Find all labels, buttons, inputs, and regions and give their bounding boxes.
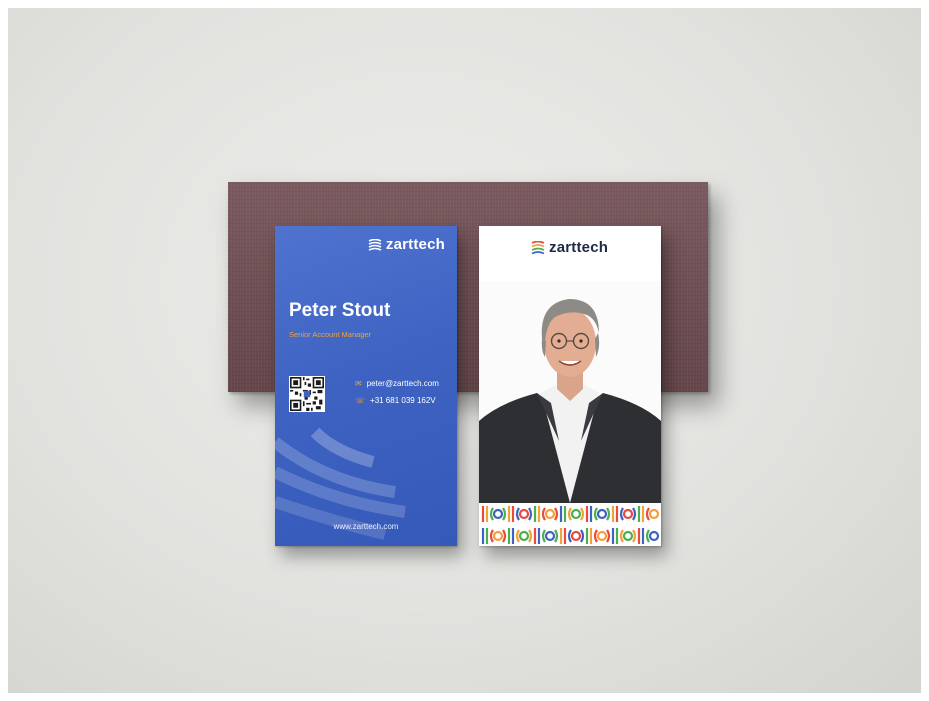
mail-icon: ✉	[355, 379, 362, 388]
wall-background: zarttech Peter Stout Senior Account Mana…	[8, 8, 921, 693]
brand-logo-back: zarttech	[531, 239, 608, 256]
zarttech-logo-icon	[368, 238, 382, 251]
brand-name: zarttech	[385, 236, 445, 253]
business-card-back: zarttech	[479, 226, 661, 546]
colorful-pattern-strip	[479, 503, 661, 546]
website-text: www.zarttech.com	[333, 522, 399, 531]
person-name: Peter Stout	[289, 300, 391, 321]
zarttech-logo-icon	[531, 240, 545, 254]
email-row: ✉ peter@zarttech.com	[355, 379, 439, 388]
portrait-photo	[479, 281, 661, 503]
brand-name: zarttech	[549, 239, 609, 256]
brand-logo-front: zarttech	[368, 236, 445, 253]
qr-code	[289, 376, 325, 412]
business-card-front: zarttech Peter Stout Senior Account Mana…	[275, 226, 457, 546]
phone-icon: ☏	[355, 396, 366, 405]
job-title: Senior Account Manager	[289, 330, 372, 339]
phone-row: ☏ +31 681 039 162V	[355, 396, 436, 405]
phone-text: +31 681 039 162V	[370, 396, 436, 405]
email-text: peter@zarttech.com	[366, 379, 439, 388]
